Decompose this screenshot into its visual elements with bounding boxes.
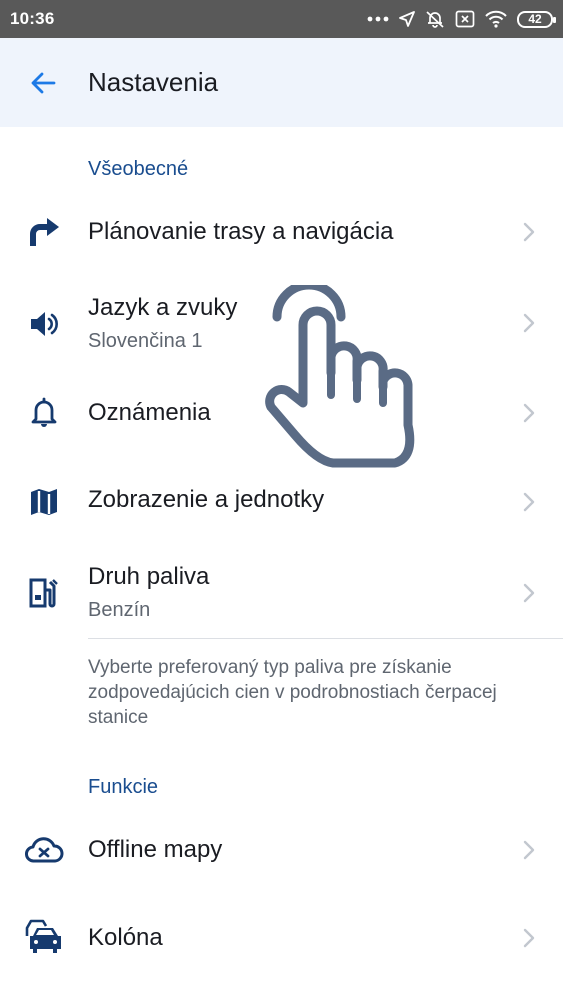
settings-item-label: Zobrazenie a jednotky [88, 486, 325, 513]
settings-item-label: Plánovanie trasy a navigácia [88, 218, 394, 245]
settings-item-route[interactable]: Plánovanie trasy a navigácia [0, 188, 563, 278]
speaker-icon [24, 304, 64, 344]
more-dots-icon [367, 15, 389, 23]
cars-icon [24, 917, 64, 957]
app-bar: Nastavenia [0, 38, 563, 127]
settings-item-fuel[interactable]: Druh paliva Benzín [0, 548, 563, 638]
sim-x-icon [455, 10, 475, 28]
chevron-right-icon [519, 220, 539, 244]
chevron-right-icon [519, 490, 539, 514]
chevron-right-icon [519, 581, 539, 605]
settings-item-label: Druh paliva [88, 563, 210, 590]
bell-icon [24, 392, 64, 432]
settings-item-label: Jazyk a zvuky [88, 294, 238, 321]
page-title: Nastavenia [88, 67, 219, 97]
settings-item-value: Benzín [88, 599, 151, 621]
status-bar: 10:36 42 [0, 0, 563, 38]
status-time: 10:36 [10, 9, 55, 28]
settings-item-label: Kolóna [88, 924, 163, 951]
section-header-features: Funkcie [88, 776, 159, 798]
chevron-right-icon [519, 926, 539, 950]
section-header-general: Všeobecné [88, 158, 189, 180]
chevron-right-icon [519, 311, 539, 335]
battery-icon: 42 [517, 10, 556, 28]
fuel-station-icon [24, 573, 64, 613]
back-button[interactable] [26, 66, 60, 100]
status-icons: 42 [367, 9, 556, 29]
cloud-x-icon [24, 830, 64, 870]
settings-item-label: Oznámenia [88, 399, 211, 426]
arrow-left-icon [31, 72, 56, 94]
turn-right-icon [24, 212, 64, 252]
settings-item-offline-maps[interactable]: Offline mapy [0, 806, 563, 894]
chevron-right-icon [519, 401, 539, 425]
settings-item-convoy[interactable]: Kolóna [0, 894, 563, 982]
chevron-right-icon [519, 838, 539, 862]
map-icon [24, 482, 64, 522]
fuel-hint-text: Vyberte preferovaný typ paliva pre získa… [88, 657, 497, 728]
settings-item-label: Offline mapy [88, 836, 223, 863]
battery-level: 42 [528, 12, 542, 26]
wifi-icon [485, 10, 507, 28]
location-arrow-icon [399, 11, 415, 27]
settings-item-value: Slovenčina 1 [88, 330, 203, 352]
divider [88, 638, 563, 639]
tap-hand-icon [265, 285, 415, 468]
bell-off-icon [425, 9, 445, 29]
